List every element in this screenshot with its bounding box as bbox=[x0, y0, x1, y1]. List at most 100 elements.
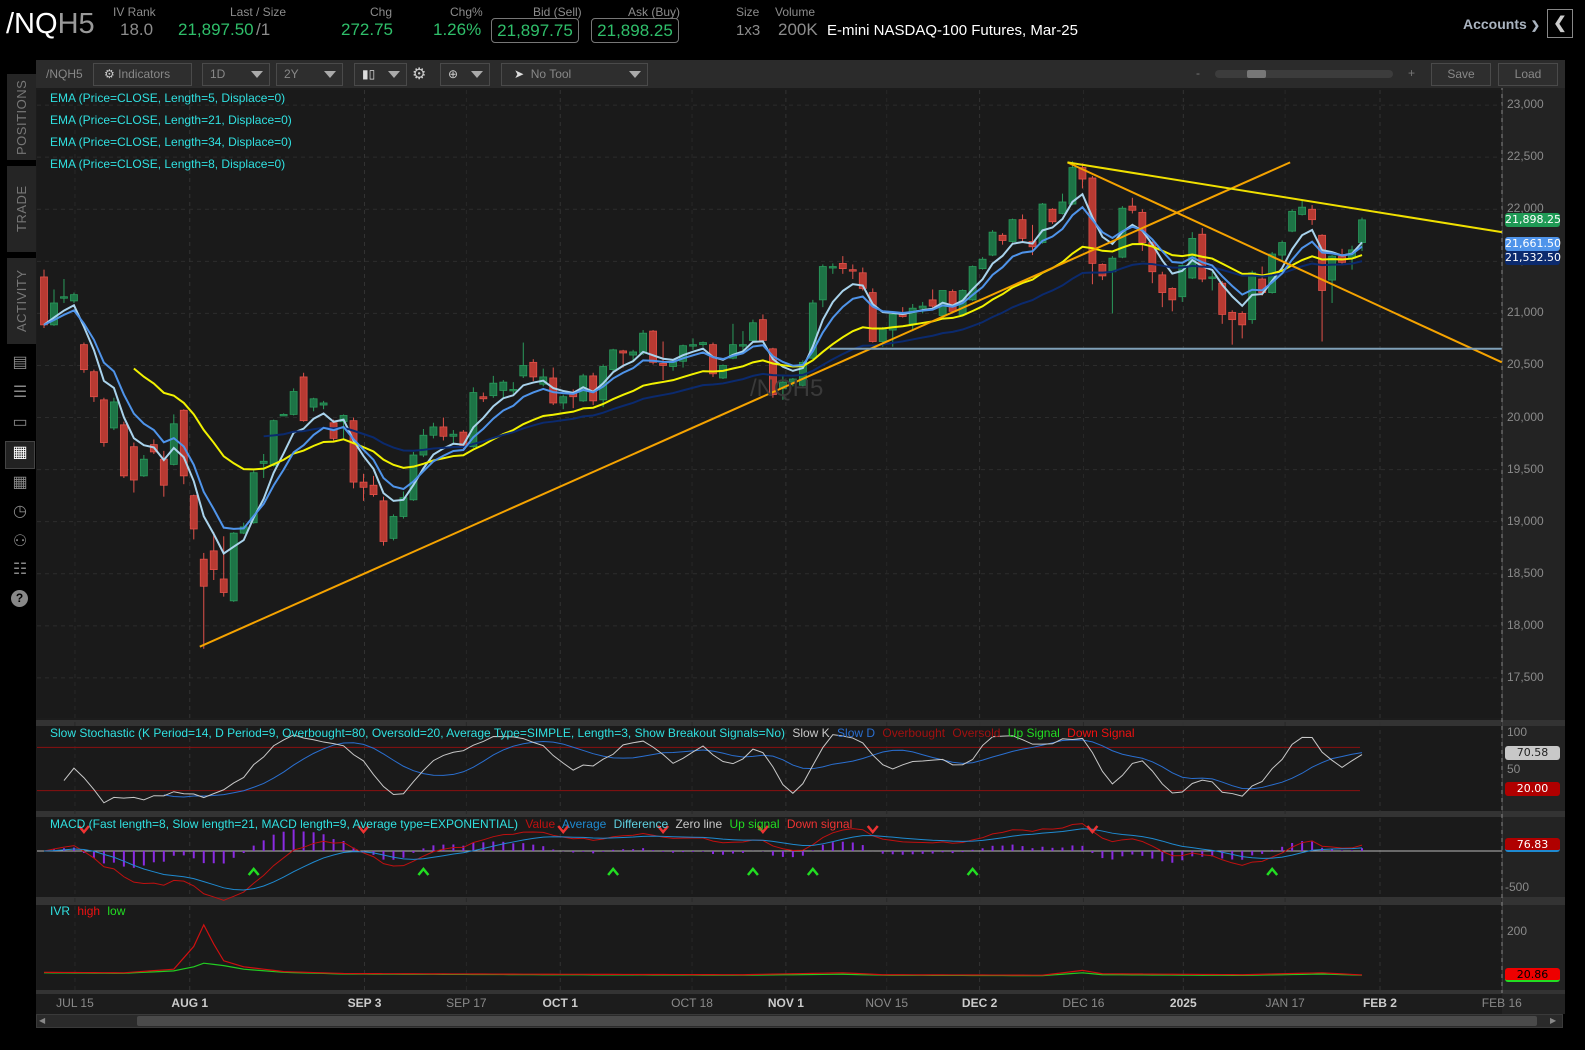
legend-item: Up Signal bbox=[1004, 726, 1060, 740]
candle-down bbox=[90, 371, 98, 398]
candle-down bbox=[1158, 274, 1167, 293]
candle-up bbox=[559, 396, 568, 404]
ema5-legend[interactable]: EMA (Price=CLOSE, Length=5, Displace=0) bbox=[50, 91, 285, 105]
ivr-badge: 20.86 bbox=[1505, 968, 1560, 982]
legend-item: low bbox=[104, 904, 126, 918]
legend-item: Slow K bbox=[789, 726, 830, 740]
candle-up bbox=[818, 266, 827, 301]
panel-3 bbox=[37, 905, 1502, 990]
candle-up bbox=[289, 391, 298, 415]
candle-down bbox=[1048, 208, 1057, 223]
candle-up bbox=[1038, 203, 1047, 243]
date-axis-label: DEC 16 bbox=[1062, 996, 1105, 1010]
candle-down bbox=[479, 396, 488, 400]
candle-down bbox=[119, 424, 128, 477]
candle-up bbox=[419, 434, 428, 456]
legend-item: Zero line bbox=[672, 817, 723, 831]
candle-up bbox=[389, 516, 398, 539]
stochastic-label: Slow Stochastic (K Period=14, D Period=9… bbox=[50, 726, 785, 740]
candle-down bbox=[659, 362, 667, 366]
candle-up bbox=[409, 454, 418, 501]
ema21-legend[interactable]: EMA (Price=CLOSE, Length=21, Displace=0) bbox=[50, 113, 292, 127]
candle-down bbox=[709, 344, 717, 375]
legend-item: Oversold bbox=[949, 726, 1001, 740]
legend-item: Overbought bbox=[879, 726, 946, 740]
candle-up bbox=[1008, 219, 1017, 242]
candle-up bbox=[169, 423, 178, 465]
candle-down bbox=[529, 361, 538, 378]
candle-down bbox=[439, 426, 448, 437]
price-axis-label: 23,000 bbox=[1507, 97, 1544, 112]
candle-up bbox=[309, 398, 318, 408]
candle-down bbox=[40, 276, 48, 326]
candle-down bbox=[209, 550, 218, 570]
date-axis-label: JAN 17 bbox=[1265, 996, 1305, 1010]
candle-up bbox=[1068, 167, 1077, 205]
candle-up bbox=[1108, 257, 1117, 273]
date-axis-label: OCT 18 bbox=[671, 996, 713, 1010]
candle-up bbox=[229, 532, 238, 602]
legend-item: Up signal bbox=[726, 817, 780, 831]
price-badge: 21,532.50 bbox=[1505, 251, 1561, 265]
candle-down bbox=[129, 446, 138, 481]
stoch-axis-50: 50 bbox=[1507, 762, 1521, 776]
scroll-left-icon[interactable]: ◀ bbox=[39, 1016, 49, 1026]
candle-up bbox=[629, 351, 638, 356]
candle-down bbox=[1238, 312, 1247, 326]
candle-up bbox=[60, 296, 68, 299]
date-axis-label: NOV 1 bbox=[767, 996, 804, 1010]
date-axis-label: SEP 17 bbox=[446, 996, 487, 1010]
panel-separator bbox=[36, 990, 1565, 994]
price-badge: 21,898.25 bbox=[1505, 213, 1561, 227]
candle-up bbox=[918, 305, 927, 309]
ema8-legend[interactable]: EMA (Price=CLOSE, Length=8, Displace=0) bbox=[50, 157, 285, 171]
candle-up bbox=[109, 401, 118, 429]
candle-up bbox=[279, 414, 288, 417]
candle-up bbox=[828, 266, 837, 269]
candle-down bbox=[649, 330, 657, 363]
candle-up bbox=[699, 342, 707, 346]
candle-down bbox=[589, 375, 598, 402]
candle-up bbox=[908, 307, 917, 325]
candle-up bbox=[1208, 276, 1217, 279]
price-axis-label: 20,000 bbox=[1507, 409, 1544, 424]
macd-label: MACD (Fast length=8, Slow length=21, MAC… bbox=[50, 817, 519, 831]
candle-down bbox=[1168, 287, 1177, 301]
candle-down bbox=[369, 484, 378, 496]
candle-down bbox=[759, 319, 767, 341]
date-axis-label: FEB 2 bbox=[1362, 996, 1397, 1010]
ivr-label: IVR bbox=[50, 904, 71, 918]
candle-down bbox=[1098, 264, 1107, 277]
candle-up bbox=[639, 332, 647, 354]
candle-down bbox=[1308, 208, 1316, 221]
scroll-right-icon[interactable]: ▶ bbox=[1550, 1016, 1560, 1026]
stochastic-legend[interactable]: Slow Stochastic (K Period=14, D Period=9… bbox=[50, 726, 1135, 740]
candle-down bbox=[948, 291, 957, 312]
macd-legend[interactable]: MACD (Fast length=8, Slow length=21, MAC… bbox=[50, 817, 852, 831]
price-axis-label: 18,000 bbox=[1507, 617, 1544, 632]
candle-down bbox=[179, 409, 188, 477]
scrollbar-thumb[interactable] bbox=[137, 1016, 1537, 1026]
macd-value-badge: 76.83 bbox=[1505, 838, 1560, 852]
candle-up bbox=[509, 389, 518, 392]
ivr-legend[interactable]: IVR high low bbox=[50, 904, 125, 918]
price-axis-label: 21,000 bbox=[1507, 305, 1544, 320]
candle-up bbox=[988, 231, 997, 256]
horizontal-scrollbar[interactable]: ◀ ▶ bbox=[36, 1014, 1563, 1028]
candle-up bbox=[499, 381, 508, 391]
date-axis-label: FEB 16 bbox=[1481, 996, 1522, 1010]
candle-up bbox=[449, 433, 458, 437]
legend-item: Slow D bbox=[833, 726, 876, 740]
candle-up bbox=[1058, 201, 1067, 214]
ema34-legend[interactable]: EMA (Price=CLOSE, Length=34, Displace=0) bbox=[50, 135, 292, 149]
slow-k-badge: 70.58 bbox=[1505, 746, 1560, 760]
candle-down bbox=[80, 344, 88, 371]
date-axis-label: AUG 1 bbox=[171, 996, 209, 1010]
date-axis-label: OCT 1 bbox=[542, 996, 578, 1010]
candle-down bbox=[100, 399, 108, 443]
stoch-axis-100: 100 bbox=[1507, 725, 1528, 739]
candle-down bbox=[219, 578, 228, 593]
candle-up bbox=[878, 327, 887, 342]
candle-up bbox=[978, 258, 987, 270]
date-axis-label: NOV 15 bbox=[865, 996, 909, 1010]
